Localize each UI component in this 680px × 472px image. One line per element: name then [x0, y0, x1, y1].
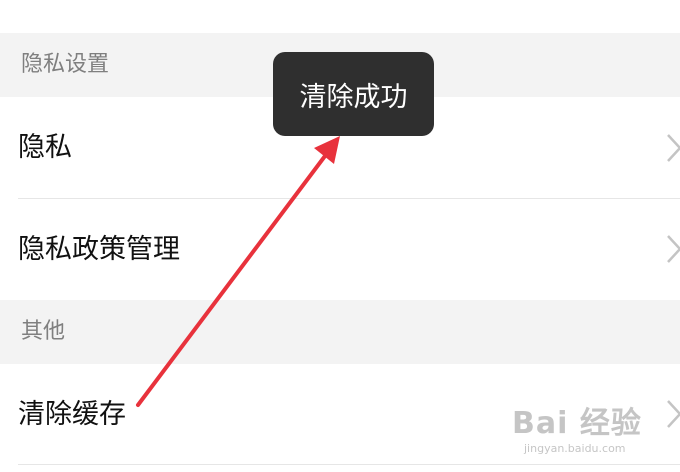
top-blank-area [0, 0, 680, 33]
chevron-right-icon [667, 235, 680, 263]
watermark-logo: Bai 经验 [512, 406, 642, 441]
settings-row-label: 隐私 [18, 132, 72, 163]
settings-row-privacy-policy[interactable]: 隐私政策管理 [0, 199, 680, 300]
settings-row-label: 隐私政策管理 [18, 234, 180, 265]
section-header-other: 其他 [0, 300, 680, 364]
toast-text: 清除成功 [299, 81, 408, 113]
settings-row-label: 清除缓存 [18, 399, 126, 430]
section-header-label: 其他 [21, 319, 66, 344]
baidu-jingyan-watermark: Bai 经验 jingyan.baidu.com [512, 396, 672, 466]
chevron-right-icon [667, 134, 680, 162]
toast-message: 清除成功 [273, 52, 434, 136]
watermark-site: jingyan.baidu.com [524, 442, 626, 455]
section-header-label: 隐私设置 [21, 52, 110, 77]
